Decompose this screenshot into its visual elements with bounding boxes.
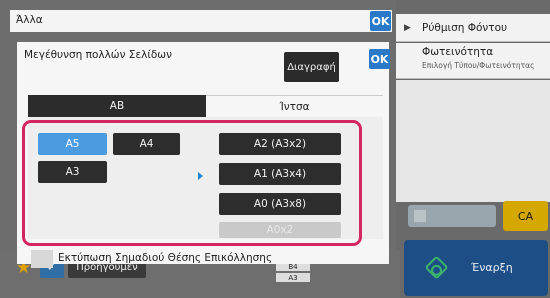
tab-inch[interactable]: Ίντσα (206, 95, 383, 117)
play-icon: ▶ (404, 23, 411, 33)
right-panel-item-background[interactable]: ▶ Ρύθμιση Φόντου (396, 14, 550, 42)
top-dialog-title: Άλλα (16, 14, 43, 26)
ca-button[interactable]: CA (503, 201, 548, 231)
right-panel-item-sub: Επιλογή Τύπου/Φωτεινότητας (422, 61, 535, 70)
tab-ab[interactable]: AB (28, 95, 206, 117)
mini-page-a3: A3 (276, 273, 310, 282)
top-dialog-bar: Άλλα (10, 10, 392, 32)
print-marker-row[interactable]: Εκτύπωση Σημαδιού Θέσης Επικόλλησης (29, 248, 389, 268)
dialog-ok-button[interactable]: OK (369, 49, 390, 69)
unit-tabs: AB Ίντσα (28, 95, 383, 117)
preview-button (408, 205, 496, 227)
dialog-title: Μεγέθυνση πολλών Σελίδων (24, 49, 172, 61)
right-panel-item-label: Ρύθμιση Φόντου (422, 22, 508, 34)
right-panel-item-brightness[interactable]: Φωτεινότητα Επιλογή Τύπου/Φωτεινότητας (396, 43, 550, 79)
right-panel-fill (396, 80, 550, 202)
delete-button[interactable]: Διαγραφή (284, 52, 339, 82)
preview-icon (414, 210, 426, 222)
print-marker-checkbox[interactable] (31, 250, 53, 268)
print-marker-label: Εκτύπωση Σημαδιού Θέσης Επικόλλησης (58, 252, 273, 264)
start-button[interactable]: Έναρξη (404, 240, 548, 296)
right-panel-item-label: Φωτεινότητα (422, 46, 494, 58)
start-icon (424, 255, 449, 280)
start-label: Έναρξη (471, 261, 513, 274)
size-highlight-frame (22, 120, 362, 246)
top-ok-button[interactable]: OK (370, 11, 391, 31)
